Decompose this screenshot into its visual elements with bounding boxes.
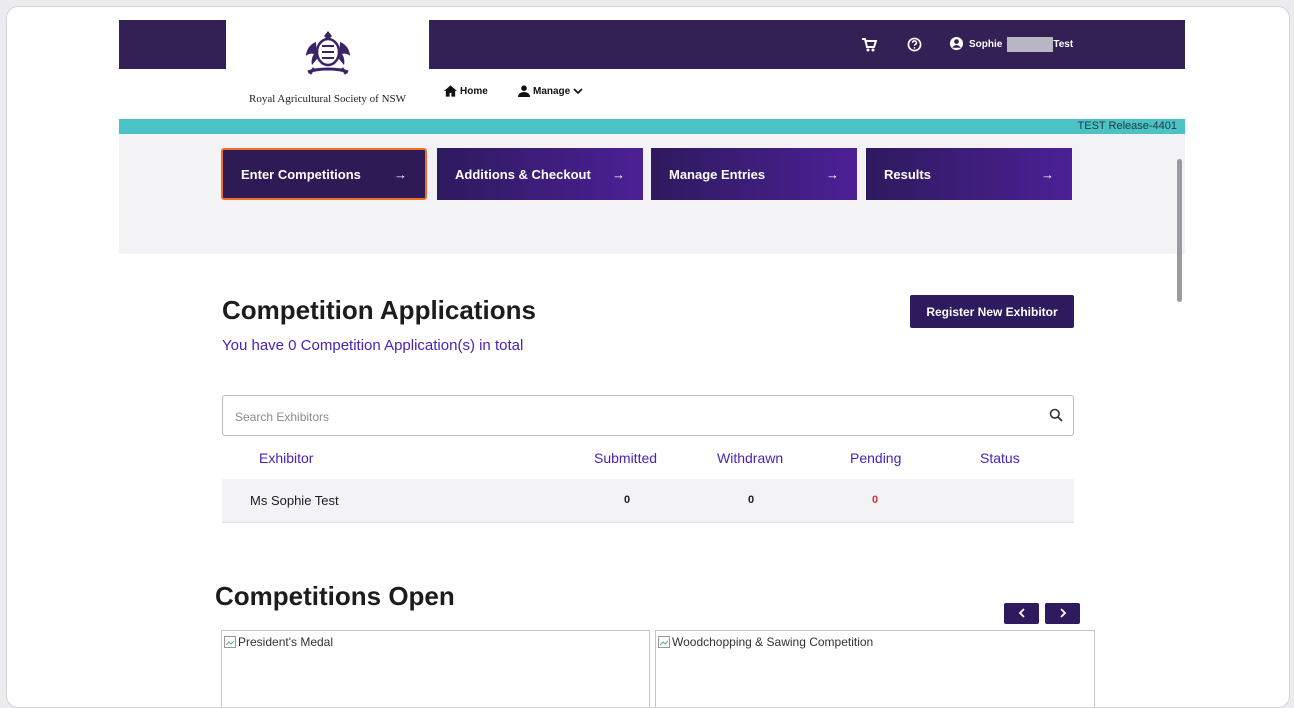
competition-card-presidents-medal[interactable]: President's Medal (221, 630, 650, 707)
step-label: Additions & Checkout (455, 166, 591, 182)
chevron-right-icon (1059, 606, 1067, 621)
card-alt-text: President's Medal (238, 635, 334, 649)
header-bar-left (119, 20, 226, 69)
column-header-pending[interactable]: Pending (850, 450, 901, 466)
step-label: Manage Entries (669, 166, 766, 182)
arrow-right-icon: → (826, 166, 839, 182)
cart-icon[interactable] (861, 20, 877, 69)
card-alt-text: Woodchopping & Sawing Competition (672, 635, 874, 649)
user-menu[interactable]: Sophie Test (949, 20, 1073, 69)
scrollbar-thumb[interactable] (1177, 159, 1182, 302)
logo[interactable]: Royal Agricultural Society of NSW (226, 20, 429, 117)
table-row[interactable]: Ms Sophie Test 0 0 0 (222, 479, 1074, 523)
header-bar-right: Sophie Test (429, 20, 1185, 69)
release-label: TEST Release-4401 (1077, 120, 1177, 132)
register-new-exhibitor-button[interactable]: Register New Exhibitor (910, 295, 1074, 328)
nav-manage[interactable]: Manage (518, 85, 583, 97)
nav-manage-label: Manage (533, 85, 571, 97)
help-icon[interactable] (907, 20, 922, 69)
column-header-withdrawn[interactable]: Withdrawn (717, 450, 783, 466)
crest-icon (306, 31, 350, 75)
page-title: Competition Applications (222, 295, 536, 325)
step-additions-checkout[interactable]: Additions & Checkout → (437, 148, 643, 200)
broken-image: President's Medal (224, 635, 333, 649)
step-label: Results (884, 166, 931, 182)
arrow-right-icon: → (1041, 166, 1054, 182)
chevron-left-icon (1018, 606, 1026, 621)
column-header-submitted[interactable]: Submitted (594, 450, 657, 466)
step-results[interactable]: Results → (866, 148, 1072, 200)
org-name: Royal Agricultural Society of NSW (248, 93, 407, 105)
broken-image-icon (658, 636, 670, 648)
redacted-block (1007, 37, 1054, 52)
home-icon (444, 85, 457, 97)
carousel-next-button[interactable] (1045, 603, 1080, 624)
user-icon (518, 85, 530, 97)
chevron-down-icon (573, 87, 583, 95)
cell-pending: 0 (872, 494, 879, 506)
nav-home-label: Home (460, 85, 488, 97)
cell-submitted: 0 (624, 494, 631, 506)
broken-image: Woodchopping & Sawing Competition (658, 635, 873, 649)
step-manage-entries[interactable]: Manage Entries → (651, 148, 857, 200)
cell-withdrawn: 0 (748, 494, 755, 506)
user-last-name: Test (1053, 39, 1074, 50)
broken-image-icon (224, 636, 236, 648)
column-header-exhibitor[interactable]: Exhibitor (259, 450, 313, 466)
browser-frame: Sophie Test Royal Agricultural Society o… (6, 6, 1290, 708)
arrow-right-icon: → (394, 166, 407, 182)
applications-count: You have 0 Competition Application(s) in… (222, 337, 524, 354)
competition-card-woodchopping[interactable]: Woodchopping & Sawing Competition (655, 630, 1095, 707)
competitions-open-title: Competitions Open (215, 581, 455, 611)
step-enter-competitions[interactable]: Enter Competitions → (221, 148, 427, 200)
step-label: Enter Competitions (241, 166, 361, 182)
account-icon (949, 36, 964, 54)
cell-exhibitor: Ms Sophie Test (250, 493, 339, 508)
carousel-prev-button[interactable] (1004, 603, 1039, 624)
search-input[interactable] (233, 396, 1017, 437)
arrow-right-icon: → (612, 166, 625, 182)
column-header-status[interactable]: Status (980, 450, 1020, 466)
search-icon[interactable] (1049, 408, 1063, 427)
release-bar: TEST Release-4401 (119, 119, 1185, 134)
user-first-name: Sophie (969, 39, 1003, 50)
search-box (222, 395, 1074, 437)
nav-home[interactable]: Home (444, 85, 488, 97)
